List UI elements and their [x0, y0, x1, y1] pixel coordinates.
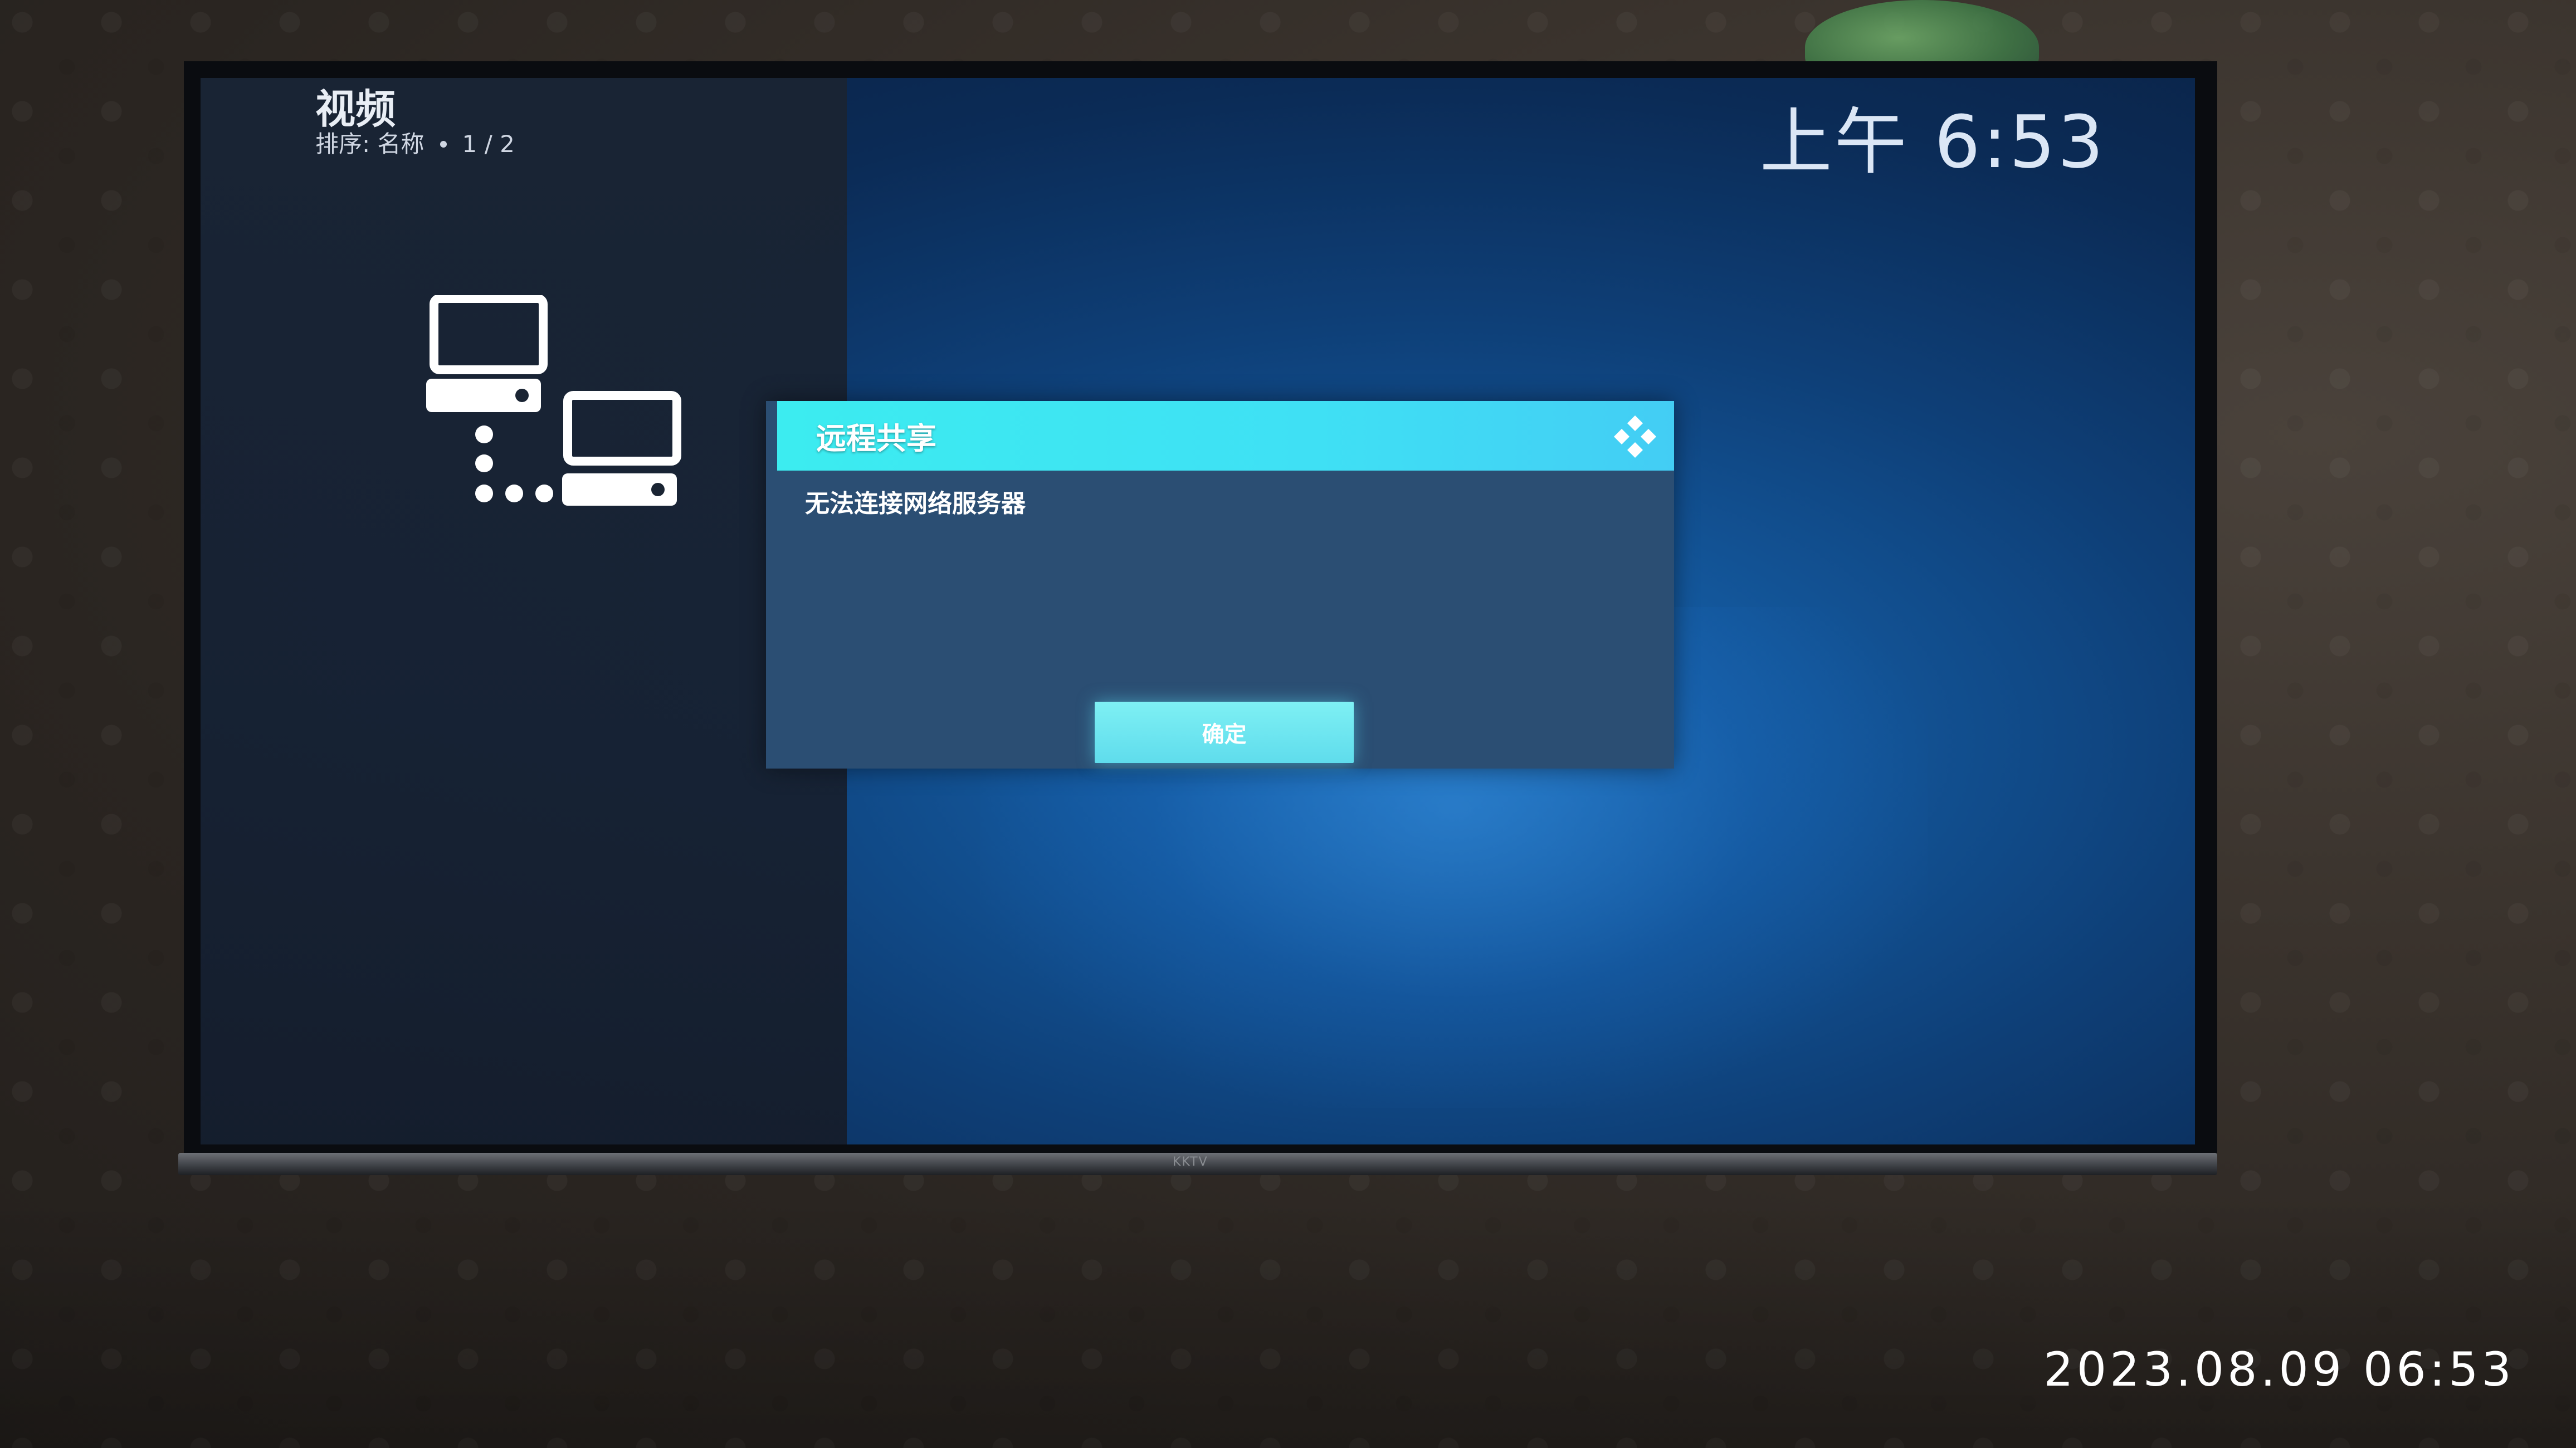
- photo-timestamp: 2023.08.09 06:53: [2043, 1342, 2515, 1397]
- sort-label: 排序: 名称: [315, 130, 425, 158]
- dialog-message: 无法连接网络服务器: [805, 490, 1026, 518]
- floor-shade: [0, 1197, 2576, 1448]
- separator-dot: [440, 141, 447, 148]
- left-panel: [201, 78, 847, 1144]
- kodi-logo-icon: [1614, 415, 1656, 458]
- dialog-titlebar: 远程共享: [777, 401, 1674, 471]
- room-background: 视频 排序: 名称 1 / 2 上午 6:53 远程共享 无法连接网络服务器 确…: [0, 0, 2576, 1448]
- tv-brand-logo: KKTV: [1173, 1155, 1208, 1169]
- network-computers-icon: [426, 295, 681, 506]
- tv-screen: 视频 排序: 名称 1 / 2 上午 6:53 远程共享 无法连接网络服务器 确…: [201, 78, 2195, 1144]
- remote-share-dialog: 远程共享 无法连接网络服务器 确定: [766, 401, 1674, 769]
- ok-button[interactable]: 确定: [1095, 702, 1354, 763]
- dialog-title: 远程共享: [816, 421, 936, 456]
- clock: 上午 6:53: [1759, 100, 2106, 184]
- page-indicator: 1 / 2: [462, 130, 515, 158]
- sort-info: 排序: 名称 1 / 2: [315, 133, 515, 156]
- page-title: 视频: [315, 86, 396, 133]
